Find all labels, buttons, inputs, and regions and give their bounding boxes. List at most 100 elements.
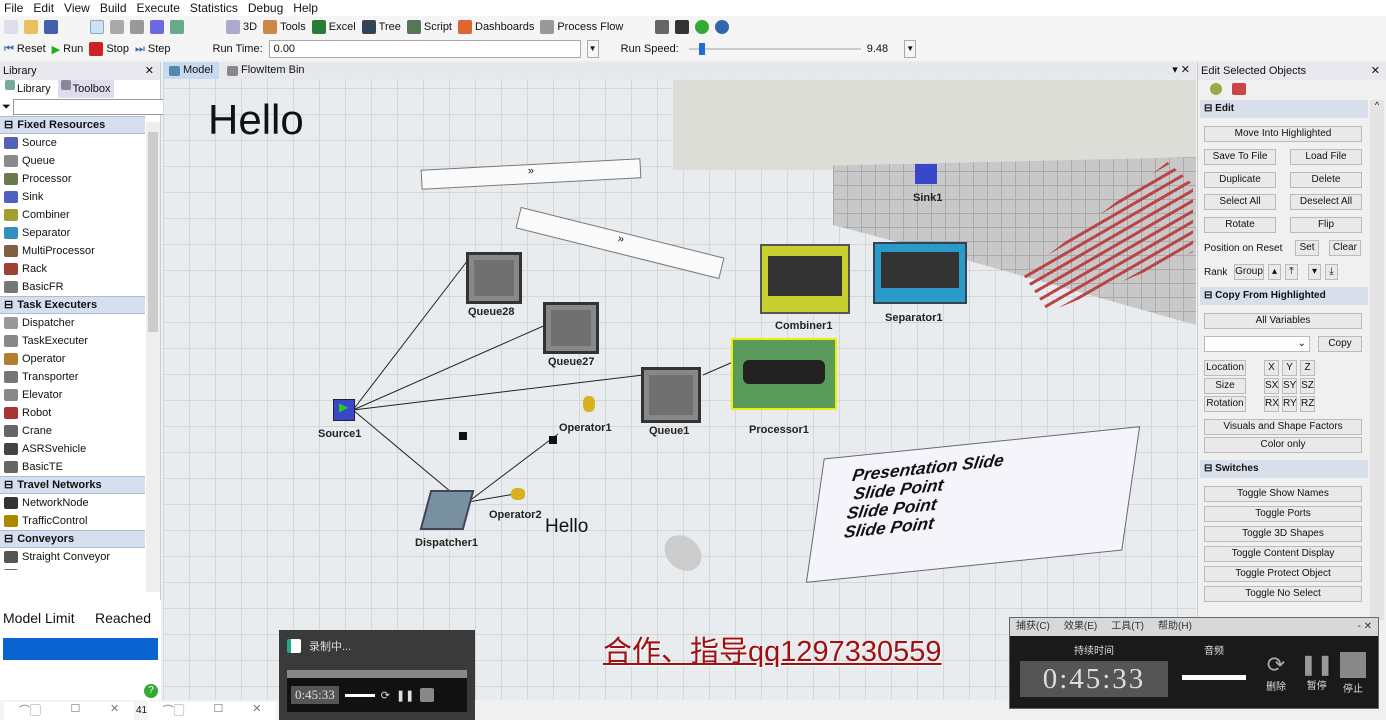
paint-icon[interactable] bbox=[1232, 83, 1246, 95]
minimized-window[interactable]: ⌒▢ ☐ ✕ bbox=[4, 702, 134, 720]
switch-button[interactable]: Toggle Show Names bbox=[1204, 486, 1362, 502]
copy-sz-button[interactable]: SZ bbox=[1300, 378, 1315, 394]
menu-edit[interactable]: Edit bbox=[33, 0, 54, 16]
menu-statistics[interactable]: Statistics bbox=[190, 0, 238, 16]
tab-toolbox[interactable]: Toolbox bbox=[57, 80, 114, 98]
close-icon[interactable]: ✕ bbox=[110, 702, 119, 720]
rank-top-icon[interactable]: ⤒ bbox=[1285, 264, 1298, 280]
run-time-dropdown[interactable]: ▼ bbox=[586, 40, 599, 58]
menu-build[interactable]: Build bbox=[100, 0, 127, 16]
view-icon[interactable] bbox=[170, 20, 184, 34]
3d-button[interactable]: 3D bbox=[226, 20, 257, 34]
restore-icon[interactable]: ⌒▢ bbox=[19, 702, 41, 720]
copy-button[interactable]: Copy bbox=[1318, 336, 1362, 352]
menu-view[interactable]: View bbox=[64, 0, 90, 16]
rank-bottom-icon[interactable]: ⤓ bbox=[1325, 264, 1338, 280]
pause-icon[interactable]: ❚❚ bbox=[396, 689, 414, 702]
tab-library[interactable]: Library bbox=[2, 80, 54, 98]
new-icon[interactable] bbox=[4, 20, 18, 34]
maximize-icon[interactable]: ☐ bbox=[70, 702, 80, 720]
queue28[interactable] bbox=[466, 252, 522, 304]
save-icon[interactable] bbox=[44, 20, 58, 34]
copy-sy-button[interactable]: SY bbox=[1282, 378, 1297, 394]
library-item[interactable]: Source bbox=[0, 134, 145, 152]
switch-button[interactable]: Toggle Protect Object bbox=[1204, 566, 1362, 582]
menu-debug[interactable]: Debug bbox=[248, 0, 283, 16]
library-section-header[interactable]: ⊟ Task Executers bbox=[0, 296, 145, 314]
all-variables-button[interactable]: All Variables bbox=[1204, 313, 1362, 329]
library-item[interactable]: Operator bbox=[0, 350, 145, 368]
library-item[interactable]: Separator bbox=[0, 224, 145, 242]
model-3d-view[interactable]: Hello » » Queue28 Queue27 Queue1 ▶ Sourc… bbox=[163, 62, 1196, 700]
library-item[interactable]: TrafficControl bbox=[0, 512, 145, 530]
rank-up-icon[interactable]: ▴ bbox=[1268, 264, 1281, 280]
tab-model[interactable]: Model bbox=[163, 62, 219, 79]
menu-help[interactable]: Help bbox=[293, 0, 318, 16]
library-item[interactable]: Queue bbox=[0, 152, 145, 170]
switch-button[interactable]: Toggle Ports bbox=[1204, 506, 1362, 522]
clear-button[interactable]: Clear bbox=[1329, 240, 1361, 256]
minimize-close-icon[interactable]: - ✕ bbox=[1358, 618, 1379, 636]
edit-panel-scrollbar[interactable]: ^ bbox=[1370, 100, 1384, 620]
select-all-button[interactable]: Select All bbox=[1204, 194, 1276, 210]
stop-button[interactable]: Stop bbox=[89, 42, 129, 56]
duplicate-button[interactable]: Duplicate bbox=[1204, 172, 1276, 188]
network-icon[interactable] bbox=[130, 20, 144, 34]
library-item[interactable]: Robot bbox=[0, 404, 145, 422]
window-icon[interactable] bbox=[675, 20, 690, 34]
recorder-menu-help[interactable]: 帮助(H) bbox=[1158, 618, 1192, 636]
tab-flowitem-bin[interactable]: FlowItem Bin bbox=[221, 62, 311, 79]
set-button[interactable]: Set bbox=[1295, 240, 1319, 256]
gear-icon[interactable] bbox=[1210, 83, 1222, 95]
pointer-icon[interactable] bbox=[90, 20, 104, 34]
copy-z-button[interactable]: Z bbox=[1300, 360, 1315, 376]
tree-button[interactable]: Tree bbox=[361, 20, 401, 34]
switch-button[interactable]: Toggle No Select bbox=[1204, 586, 1362, 602]
separator1[interactable] bbox=[873, 242, 967, 304]
sink1[interactable] bbox=[915, 164, 937, 184]
delete-button[interactable]: Delete bbox=[1290, 172, 1362, 188]
menu-execute[interactable]: Execute bbox=[137, 0, 180, 16]
rotate-button[interactable]: Rotate bbox=[1204, 217, 1276, 233]
close-icon[interactable]: ✕ bbox=[252, 702, 261, 720]
section-copy-from-highlighted[interactable]: ⊟ Copy From Highlighted bbox=[1200, 287, 1368, 305]
menu-file[interactable]: File bbox=[4, 0, 23, 16]
library-section-header[interactable]: ⊟ Fixed Resources bbox=[0, 116, 145, 134]
library-item[interactable]: Crane bbox=[0, 422, 145, 440]
copy-y-button[interactable]: Y bbox=[1282, 360, 1297, 376]
visuals-and-shape-factors-button[interactable]: Visuals and Shape Factors bbox=[1204, 419, 1362, 435]
run-time-input[interactable]: 0.00 bbox=[268, 40, 581, 58]
dashboards-button[interactable]: Dashboards bbox=[458, 20, 534, 34]
help-icon[interactable]: ? bbox=[144, 684, 158, 698]
library-item[interactable]: Straight Conveyor bbox=[0, 548, 145, 566]
layout-icon[interactable] bbox=[655, 20, 670, 34]
queue27[interactable] bbox=[543, 302, 599, 354]
help-icon[interactable] bbox=[695, 20, 710, 34]
run-speed-slider[interactable] bbox=[685, 40, 861, 58]
section-switches[interactable]: ⊟ Switches bbox=[1200, 460, 1368, 478]
library-item[interactable]: TaskExecuter bbox=[0, 332, 145, 350]
reset-button[interactable]: ⏮ Reset bbox=[4, 43, 46, 56]
script-button[interactable]: Script bbox=[406, 20, 452, 34]
connect-icon[interactable] bbox=[110, 20, 124, 34]
step-button[interactable]: ⏭ Step bbox=[135, 43, 171, 56]
recorder-menu-tools[interactable]: 工具(T) bbox=[1111, 618, 1144, 636]
queue1[interactable] bbox=[641, 367, 701, 423]
move-into-highlighted-button[interactable]: Move Into Highlighted bbox=[1204, 126, 1362, 142]
copy-sx-button[interactable]: SX bbox=[1264, 378, 1279, 394]
recorder-menu-capture[interactable]: 捕获(C) bbox=[1016, 618, 1050, 636]
library-item[interactable]: Dispatcher bbox=[0, 314, 145, 332]
library-item[interactable]: Combiner bbox=[0, 206, 145, 224]
excel-button[interactable]: Excel bbox=[311, 20, 356, 34]
load-file-button[interactable]: Load File bbox=[1290, 149, 1362, 165]
maximize-icon[interactable]: ☐ bbox=[213, 702, 223, 720]
recorder-mini-window[interactable]: 录制中... 0:45:33 ⟳ ❚❚ bbox=[279, 630, 475, 720]
rank-down-icon[interactable]: ▾ bbox=[1308, 264, 1321, 280]
library-section-header[interactable]: ⊟ Conveyors bbox=[0, 530, 145, 548]
library-item[interactable]: Rack bbox=[0, 260, 145, 278]
save-to-file-button[interactable]: Save To File bbox=[1204, 149, 1276, 165]
library-item[interactable]: MultiProcessor bbox=[0, 242, 145, 260]
color-only-button[interactable]: Color only bbox=[1204, 437, 1362, 453]
rotation-button[interactable]: Rotation bbox=[1204, 396, 1246, 412]
copy-dropdown[interactable]: ⌄ bbox=[1204, 336, 1310, 352]
